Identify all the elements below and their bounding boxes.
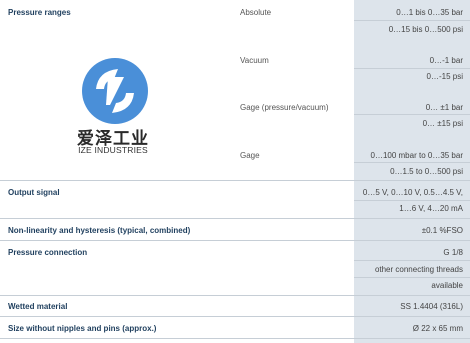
value-non-linearity: ±0.1 %FSO bbox=[421, 226, 463, 235]
sub-label-gage-pressure-vacuum: Gage (pressure/vacuum) bbox=[240, 103, 329, 112]
value-output-signal-2: 1…6 V, 4…20 mA bbox=[399, 204, 463, 213]
separator bbox=[354, 162, 470, 163]
value-gage-bar: 0…100 mbar to 0…35 bar bbox=[370, 151, 464, 160]
row-divider bbox=[0, 316, 470, 317]
row-divider bbox=[0, 180, 470, 181]
value-connection-1: G 1/8 bbox=[443, 248, 463, 257]
sub-label-vacuum: Vacuum bbox=[240, 56, 269, 65]
row-label-pressure-ranges: Pressure ranges bbox=[8, 8, 71, 17]
value-connection-2: other connecting threads bbox=[374, 265, 463, 274]
row-divider bbox=[0, 240, 470, 241]
value-absolute-bar: 0…1 bis 0…35 bar bbox=[396, 8, 463, 17]
logo-english-text: IZE INDUSTRIES bbox=[78, 145, 148, 155]
row-label-size: Size without nipples and pins (approx.) bbox=[8, 324, 157, 333]
separator bbox=[354, 277, 470, 278]
sub-label-absolute: Absolute bbox=[240, 8, 272, 17]
row-label-non-linearity: Non-linearity and hysteresis (typical, c… bbox=[8, 226, 191, 235]
value-gage-psi: 0…1.5 to 0…500 psi bbox=[390, 167, 463, 176]
row-divider bbox=[0, 338, 470, 339]
value-size: Ø 22 x 65 mm bbox=[412, 324, 463, 333]
value-gage-pv-bar: 0… ±1 bar bbox=[425, 103, 463, 112]
separator bbox=[354, 200, 470, 201]
value-vacuum-psi: 0…-15 psi bbox=[426, 72, 463, 81]
row-label-wetted-material: Wetted material bbox=[8, 302, 68, 311]
separator bbox=[354, 20, 470, 21]
value-absolute-psi: 0…15 bis 0…500 psi bbox=[388, 25, 463, 34]
value-vacuum-bar: 0…-1 bar bbox=[429, 56, 463, 65]
separator bbox=[354, 68, 470, 69]
value-output-signal-1: 0…5 V, 0…10 V, 0.5…4.5 V, bbox=[362, 188, 463, 197]
value-gage-pv-psi: 0… ±15 psi bbox=[422, 119, 463, 128]
sub-label-gage: Gage bbox=[240, 151, 260, 160]
value-wetted-material: SS 1.4404 (316L) bbox=[400, 302, 463, 311]
row-divider bbox=[0, 295, 470, 296]
row-label-output-signal: Output signal bbox=[8, 188, 60, 197]
row-label-pressure-connection: Pressure connection bbox=[8, 248, 88, 257]
separator bbox=[354, 260, 470, 261]
value-connection-3: available bbox=[431, 281, 463, 290]
separator bbox=[354, 114, 470, 115]
row-divider bbox=[0, 218, 470, 219]
